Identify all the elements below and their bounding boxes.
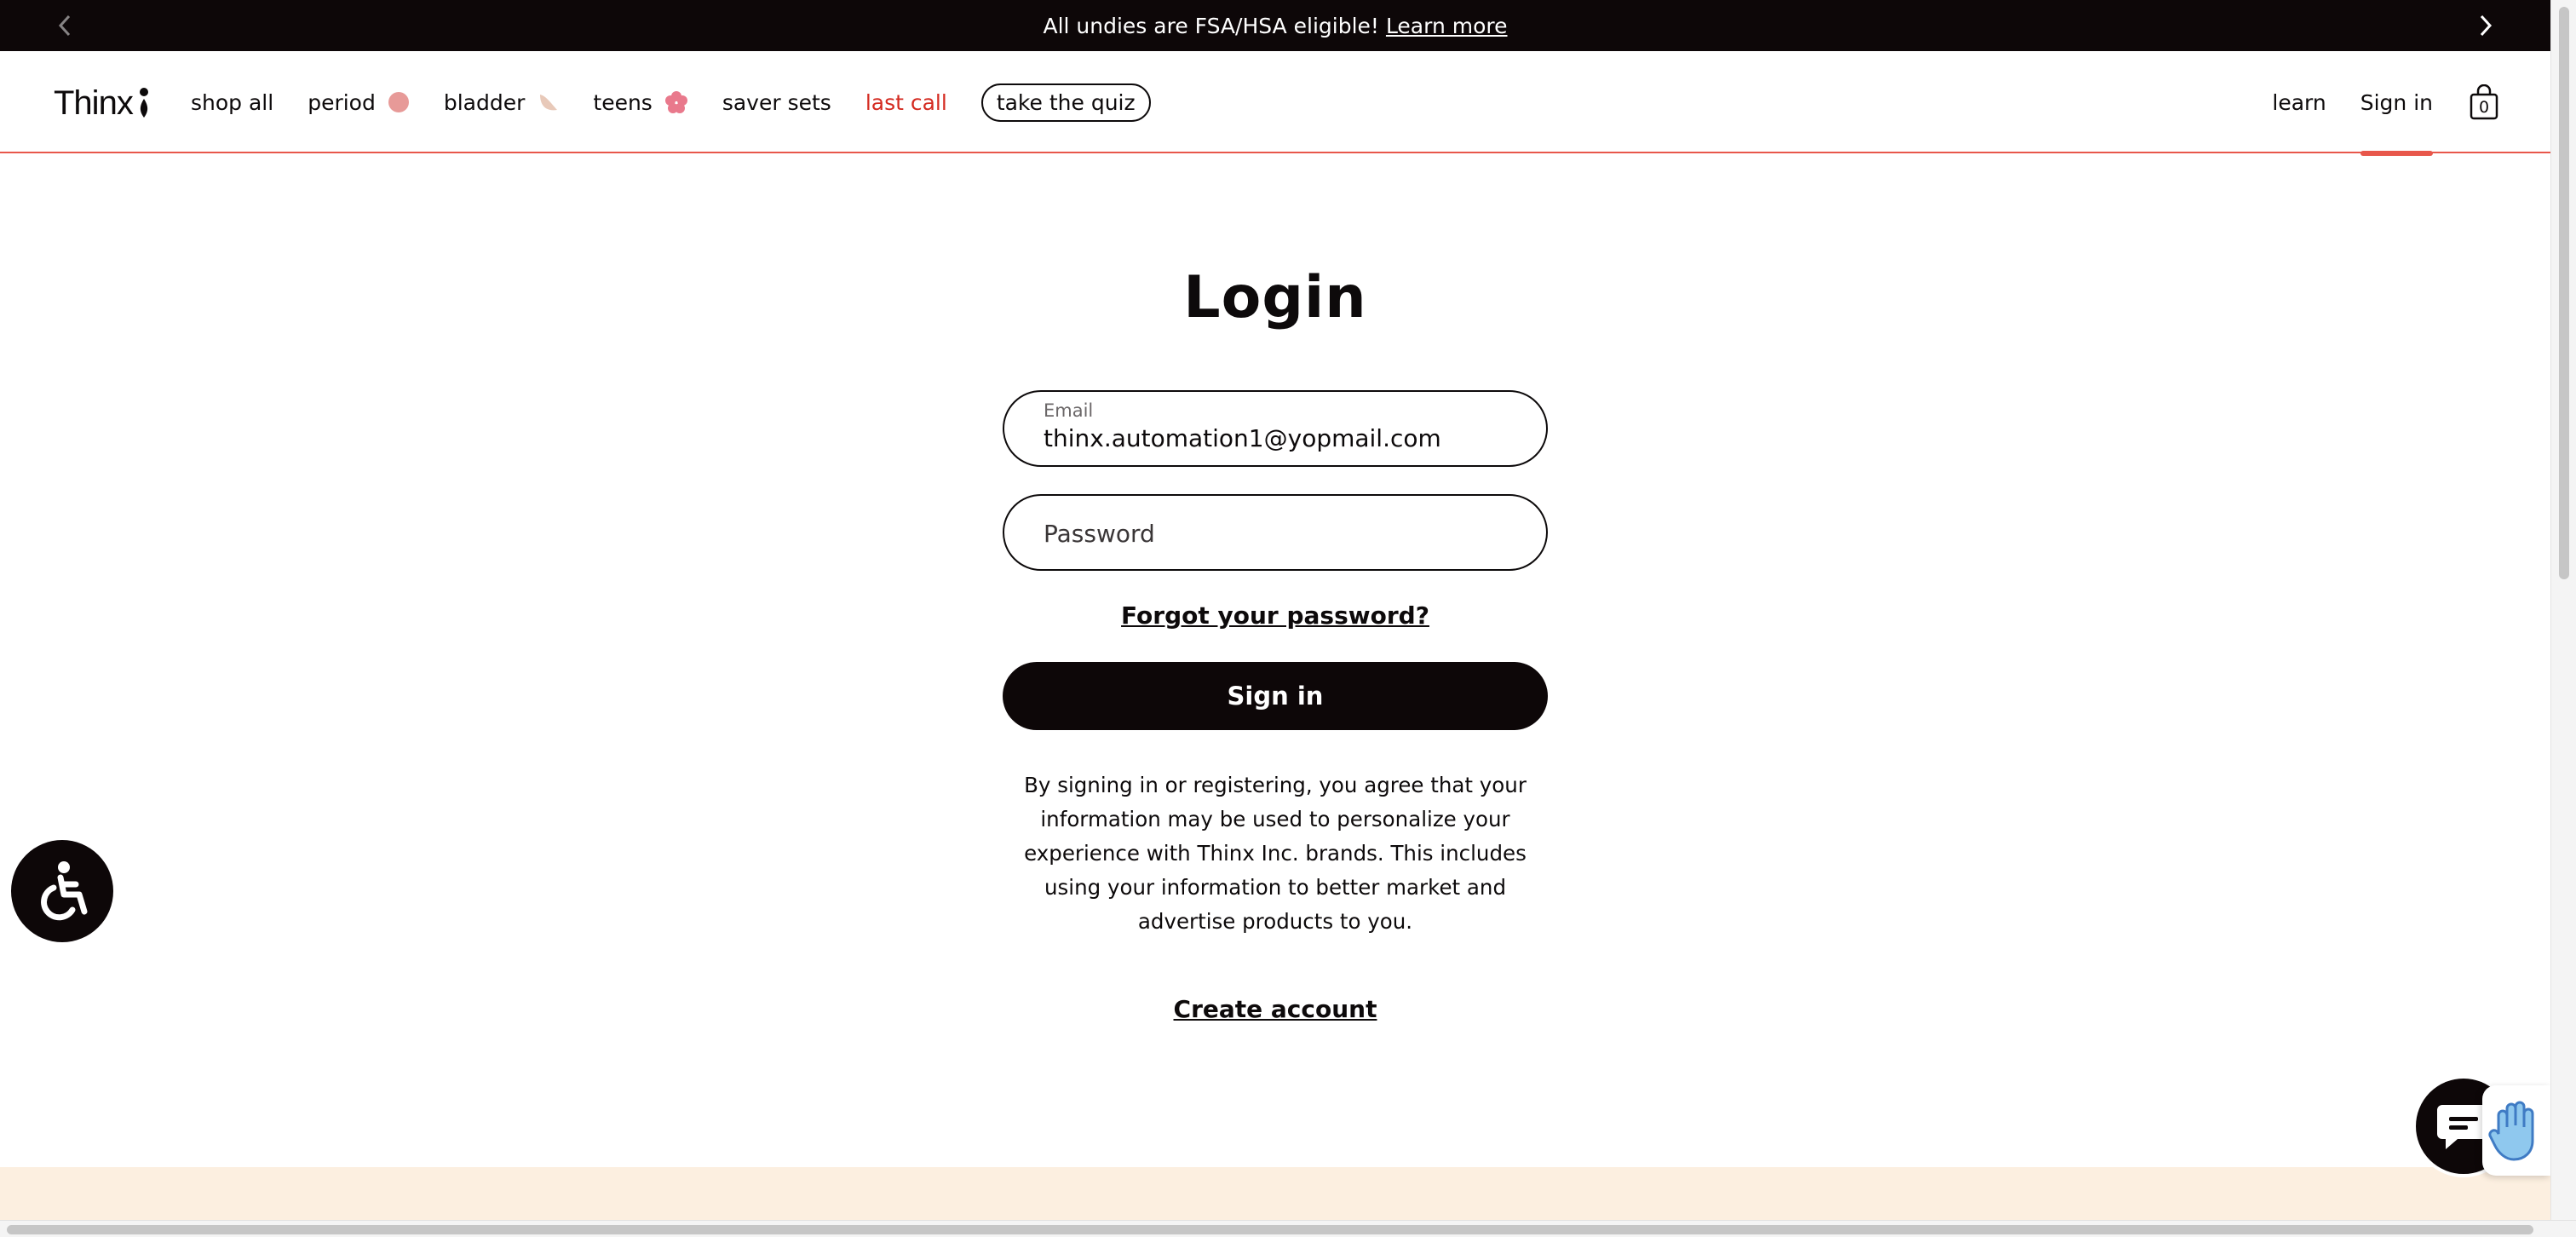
nav-learn-label: learn	[2272, 89, 2326, 115]
header-utility-nav: learn Sign in 0	[2238, 51, 2499, 156]
feedback-hand-button[interactable]	[2482, 1085, 2550, 1176]
hand-icon	[2488, 1101, 2534, 1161]
accessibility-button[interactable]	[11, 840, 113, 942]
announcement-bar: All undies are FSA/HSA eligible! Learn m…	[0, 0, 2550, 51]
footer-band	[0, 1167, 2550, 1220]
sign-in-button[interactable]: Sign in	[1003, 662, 1548, 730]
nav-sign-in-label: Sign in	[2360, 89, 2433, 115]
vertical-scrollbar[interactable]	[2550, 0, 2576, 1220]
thinx-logo[interactable]: Thinx	[54, 83, 150, 123]
privacy-disclaimer: By signing in or registering, you agree …	[1024, 773, 1527, 934]
logo-text: Thinx	[54, 83, 134, 122]
logo-drop-icon	[139, 88, 148, 118]
email-label: Email	[1044, 400, 1094, 421]
nav-teens[interactable]: teens	[593, 90, 687, 115]
cart-count: 0	[2478, 98, 2490, 117]
announcement-learn-more-link[interactable]: Learn more	[1386, 14, 1508, 38]
cart-button[interactable]: 0	[2469, 83, 2499, 120]
email-input[interactable]	[1044, 421, 1521, 455]
nav-sign-in[interactable]: Sign in	[2360, 51, 2434, 156]
nav-bladder[interactable]: bladder	[444, 90, 560, 115]
nav-learn[interactable]: learn	[2272, 90, 2326, 115]
period-dot-icon	[388, 92, 409, 112]
nav-saver-sets[interactable]: saver sets	[722, 90, 831, 115]
password-field[interactable]	[1003, 494, 1548, 571]
nav-teens-label: teens	[593, 89, 653, 115]
wheelchair-icon	[41, 861, 88, 921]
announcement-next-button[interactable]	[2472, 12, 2499, 39]
email-field[interactable]: Email	[1003, 390, 1548, 467]
forgot-password-link[interactable]: Forgot your password?	[1121, 601, 1429, 630]
login-section: Login Email Forgot your password? Sign i…	[0, 153, 2550, 1167]
nav-last-call[interactable]: last call	[865, 90, 947, 115]
main-nav: shop all period bladder teens saver sets…	[191, 51, 1151, 153]
forgot-password-row: Forgot your password?	[0, 601, 2550, 630]
nav-shop-all[interactable]: shop all	[191, 90, 273, 115]
site-header: Thinx shop all period bladder teens save…	[0, 51, 2550, 156]
announcement-text: All undies are FSA/HSA eligible!	[1043, 13, 1379, 38]
nav-period-label: period	[308, 89, 376, 115]
vertical-scrollbar-thumb[interactable]	[2559, 7, 2569, 579]
teens-flower-icon	[664, 91, 687, 113]
page-title: Login	[1183, 264, 1367, 331]
nav-shop-all-label: shop all	[191, 89, 274, 115]
horizontal-scrollbar[interactable]	[0, 1220, 2576, 1237]
announcement-prev-button[interactable]	[51, 12, 78, 39]
nav-period[interactable]: period	[308, 90, 410, 115]
take-the-quiz-button[interactable]: take the quiz	[980, 83, 1151, 122]
chevron-right-icon	[2480, 14, 2493, 37]
horizontal-scrollbar-thumb[interactable]	[7, 1225, 2533, 1234]
bladder-leaf-icon	[540, 95, 558, 111]
nav-last-call-label: last call	[865, 89, 947, 115]
nav-bladder-label: bladder	[443, 89, 526, 115]
chevron-left-icon	[58, 14, 71, 37]
nav-saver-sets-label: saver sets	[722, 89, 831, 115]
create-account-row: Create account	[0, 995, 2550, 1023]
create-account-link[interactable]: Create account	[1174, 995, 1377, 1023]
password-input[interactable]	[1044, 515, 1521, 552]
